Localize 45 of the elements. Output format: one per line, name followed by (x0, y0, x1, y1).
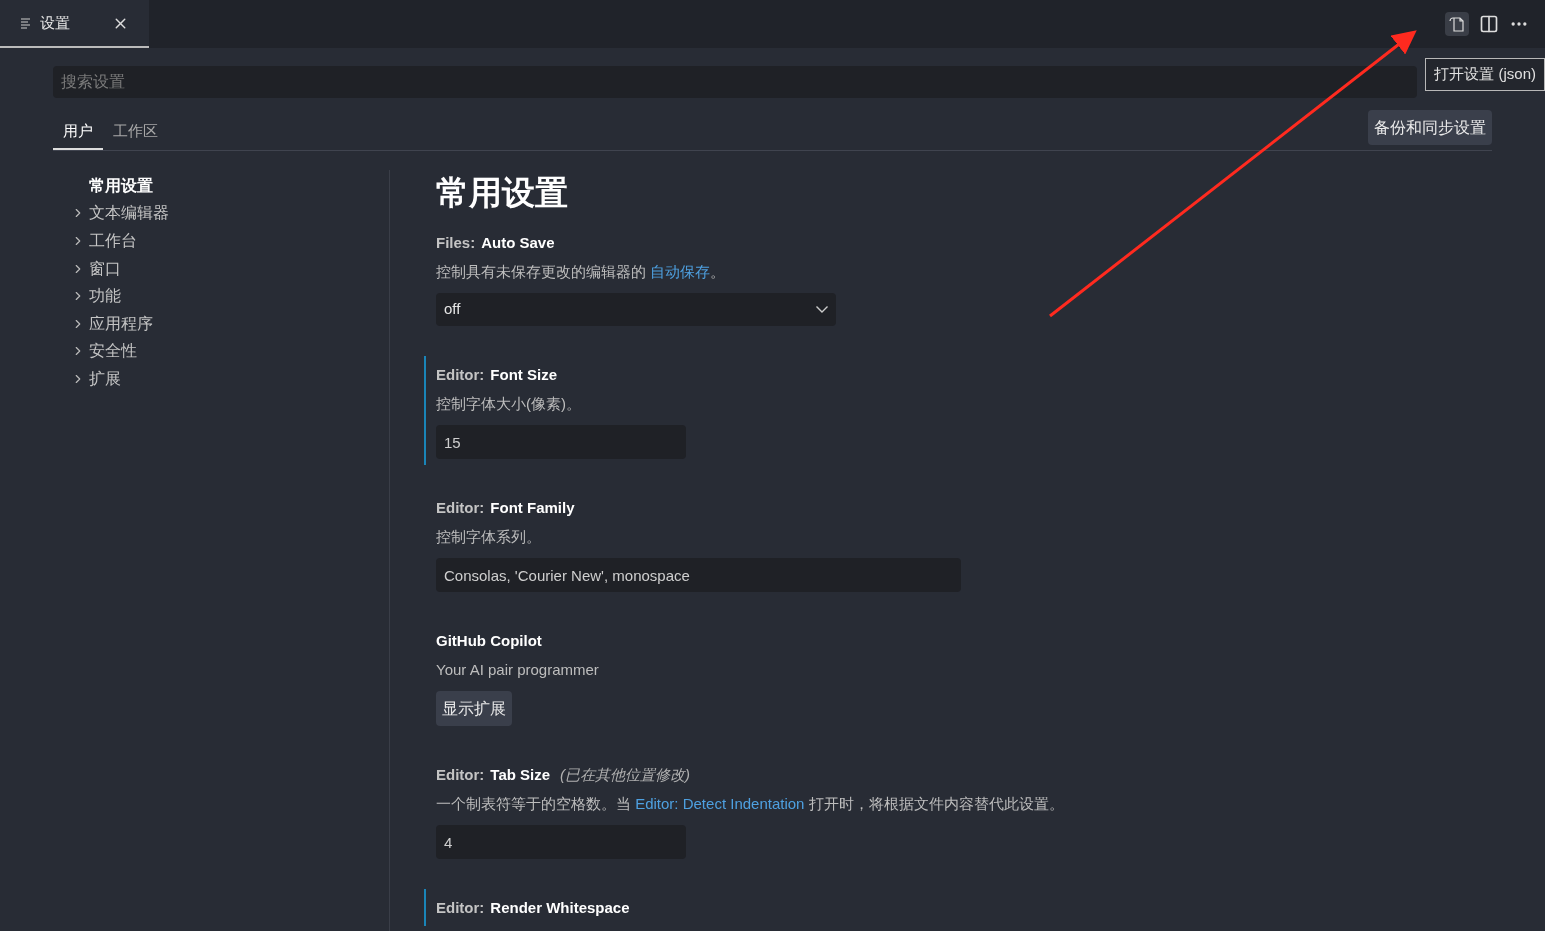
document-icon (1448, 15, 1466, 33)
setting-category: Editor: (436, 498, 485, 518)
setting-title: GitHub Copilot (436, 631, 542, 651)
toc-item[interactable]: 应用程序 (71, 309, 389, 338)
toc-item[interactable]: 安全性 (71, 337, 389, 366)
open-json-button[interactable] (1445, 12, 1469, 36)
number-field[interactable]: 15 (436, 425, 686, 459)
setting-category: Editor: (436, 765, 485, 785)
toc-item[interactable]: 常用设置 (71, 172, 389, 200)
split-editor-icon[interactable] (1479, 14, 1499, 34)
toc-item[interactable]: 功能 (71, 282, 389, 310)
dropdown[interactable]: off (436, 293, 836, 326)
tab-label: 设置 (40, 12, 70, 33)
chevron-down-icon (816, 306, 828, 313)
setting-description: 控制具有未保存更改的编辑器的 自动保存。 (436, 261, 727, 282)
setting-link[interactable]: 自动保存 (650, 262, 711, 280)
toc-item[interactable]: 工作台 (71, 227, 389, 255)
show-extension-button[interactable]: 显示扩展 (436, 691, 512, 726)
setting-description: 控制字体系列。 (436, 526, 542, 547)
setting-link[interactable]: Editor: Detect Indentation (635, 794, 805, 812)
lines-icon (20, 17, 32, 29)
search-field[interactable]: 搜索设置 (53, 66, 1417, 98)
setting-title: Font Family (490, 498, 575, 518)
setting-category: Editor: (436, 898, 485, 918)
setting-title: Font Size (490, 365, 557, 385)
toc-item[interactable]: 窗口 (71, 254, 389, 283)
number-field[interactable]: 4 (436, 825, 686, 859)
sync-button[interactable]: 备份和同步设置 (1368, 110, 1492, 145)
editor-tab[interactable]: 设置 (0, 0, 149, 48)
setting-description: 控制字体大小(像素)。 (436, 393, 582, 414)
text-field[interactable]: Consolas, 'Courier New', monospace (436, 558, 961, 592)
setting-title: Render Whitespace (490, 898, 630, 918)
section-title: 常用设置 (435, 173, 569, 213)
setting-title: Auto Save (481, 233, 555, 253)
modified-note: (已在其他位置修改) (560, 765, 691, 785)
scope-tab[interactable]: 用户 (53, 111, 103, 150)
toc-item[interactable]: 扩展 (71, 365, 389, 393)
setting-category: Editor: (436, 365, 485, 385)
setting-category: Files: (436, 233, 476, 253)
scope-tab[interactable]: 工作区 (103, 111, 168, 150)
setting-title: Tab Size (490, 765, 551, 785)
setting-description: Your AI pair programmer (436, 659, 599, 680)
toc-item[interactable]: 文本编辑器 (71, 199, 389, 228)
tooltip: 打开设置 (json) (1425, 58, 1545, 91)
setting-description: 一个制表符等于的空格数。当 Editor: Detect Indentation 打开时，将根据文件内容替代此设置。 (436, 793, 1064, 814)
